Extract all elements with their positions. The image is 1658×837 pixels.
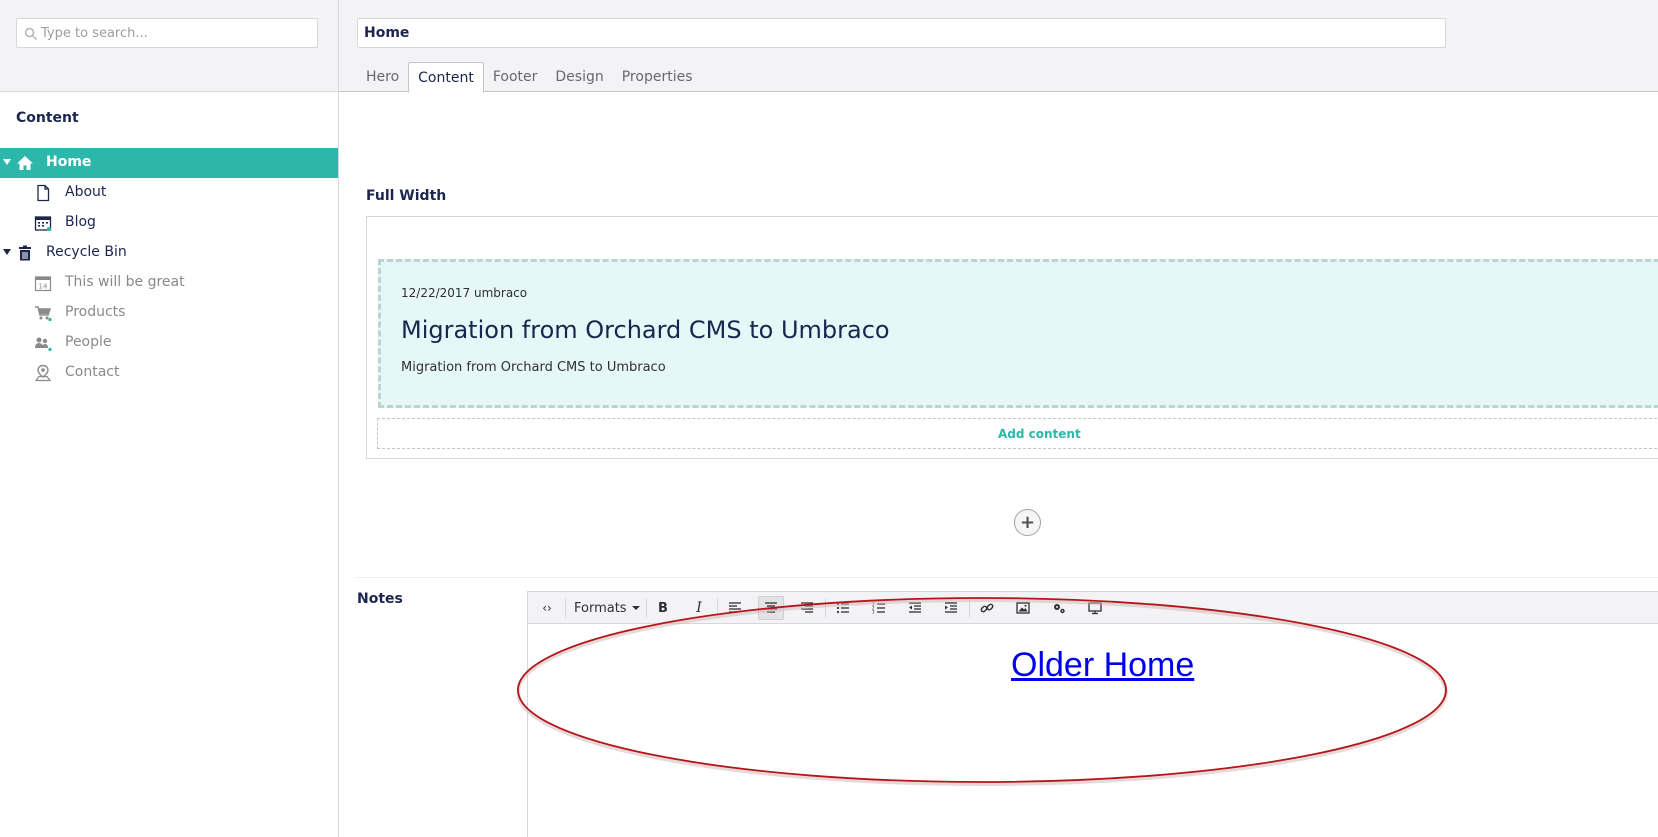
grid-section-label: Full Width — [366, 188, 447, 204]
tab-properties[interactable]: Properties — [613, 62, 702, 92]
cell-meta: 12/22/2017 umbraco — [401, 286, 528, 300]
home-icon — [17, 156, 33, 170]
users-icon — [35, 337, 52, 352]
tree-title: Content — [16, 110, 79, 126]
tree-item-products[interactable]: Products — [0, 298, 338, 328]
calendar-icon — [34, 216, 52, 231]
tree-item-home[interactable]: Home — [0, 148, 338, 178]
tree-item-label: This will be great — [65, 274, 185, 290]
calendar-date-icon: 14 — [34, 276, 52, 292]
editor-header: Hero Content Footer Design Properties — [339, 0, 1658, 93]
add-content-label: Add content — [998, 427, 1081, 441]
tree-item-label: People — [65, 334, 112, 350]
map-pin-icon — [34, 364, 52, 382]
tab-footer[interactable]: Footer — [484, 62, 547, 92]
section-divider — [357, 577, 1658, 578]
cell-title: Migration from Orchard CMS to Umbraco — [401, 316, 890, 344]
notes-label: Notes — [357, 591, 403, 607]
caret-down-icon[interactable] — [3, 249, 11, 255]
tree-item-label: About — [65, 184, 107, 200]
search-input[interactable] — [41, 19, 311, 47]
tree-header — [0, 0, 338, 92]
tree-item-people[interactable]: People — [0, 328, 338, 358]
tree-item-label: Blog — [65, 214, 96, 230]
search-icon — [24, 27, 38, 41]
grid-cell[interactable]: 12/22/2017 umbraco Migration from Orchar… — [378, 259, 1658, 408]
cell-summary: Migration from Orchard CMS to Umbraco — [401, 360, 666, 375]
annotation-ellipse — [517, 597, 1448, 786]
document-icon — [37, 184, 50, 202]
shopping-cart-icon — [35, 306, 52, 322]
grid-row: 12/22/2017 umbraco Migration from Orchar… — [366, 216, 1658, 459]
tree-item-label: Contact — [65, 364, 120, 380]
trash-icon — [19, 245, 31, 261]
tree-item-about[interactable]: About — [0, 178, 338, 208]
tab-content[interactable]: Content — [408, 62, 484, 93]
tab-design[interactable]: Design — [546, 62, 612, 92]
tree-item-contact[interactable]: Contact — [0, 358, 338, 388]
tree-item-blog[interactable]: Blog — [0, 208, 338, 238]
tab-bar: Hero Content Footer Design Properties — [357, 62, 702, 93]
content-tree-panel: Content Home About Blog — [0, 0, 339, 837]
search-box[interactable] — [16, 18, 318, 48]
tab-hero[interactable]: Hero — [357, 62, 408, 92]
tree-item-label: Recycle Bin — [46, 244, 127, 260]
svg-text:14: 14 — [39, 283, 48, 291]
add-content-button[interactable]: Add content — [377, 418, 1658, 449]
tree-item-this-will-be-great[interactable]: 14 This will be great — [0, 268, 338, 298]
tree-item-label: Home — [46, 154, 92, 170]
tree-item-recycle-bin[interactable]: Recycle Bin — [0, 238, 338, 268]
caret-down-icon[interactable] — [3, 159, 11, 165]
node-name-input[interactable] — [357, 18, 1446, 48]
tree-item-label: Products — [65, 304, 126, 320]
add-row-button[interactable]: + — [1014, 509, 1041, 536]
